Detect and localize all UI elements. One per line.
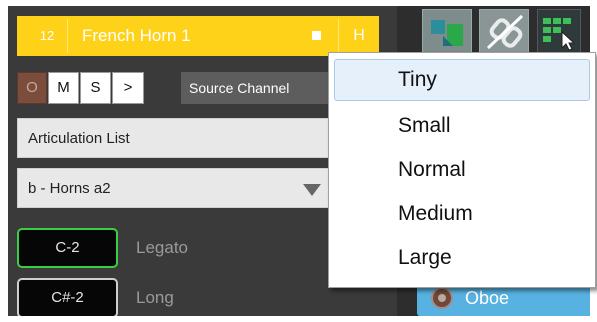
articulation-select-value: b - Horns a2 — [28, 180, 111, 197]
dropdown-arrow-icon — [303, 184, 321, 196]
h-button[interactable]: H — [339, 16, 379, 56]
arrange-button[interactable] — [422, 9, 472, 53]
articulation-key-button[interactable]: C#-2 — [17, 278, 118, 316]
forward-button[interactable]: > — [112, 72, 144, 104]
articulation-list-field[interactable]: Articulation List — [17, 118, 381, 158]
menu-item-small[interactable]: Small — [334, 105, 590, 147]
size-dropdown-menu: Tiny Small Normal Medium Large — [328, 52, 596, 288]
track-number: 12 — [39, 28, 55, 43]
grid-pointer-button[interactable] — [537, 9, 581, 53]
articulation-label: Legato — [136, 238, 188, 257]
menu-item-normal[interactable]: Normal — [334, 149, 590, 191]
articulation-key-button[interactable]: C-2 — [17, 228, 118, 268]
track-header[interactable]: 12 French Horn 1 H — [17, 16, 379, 56]
unlink-icon — [486, 14, 524, 50]
menu-item-large[interactable]: Large — [334, 237, 590, 279]
mute-button[interactable]: M — [48, 72, 79, 104]
arrange-icon — [431, 20, 463, 46]
square-icon — [312, 31, 321, 40]
menu-item-medium[interactable]: Medium — [334, 193, 590, 235]
grid-pointer-icon — [543, 18, 576, 51]
divider — [67, 19, 68, 53]
track-name: French Horn 1 — [82, 26, 191, 45]
articulation-label: Long — [136, 288, 174, 307]
solo-button[interactable]: S — [80, 72, 111, 104]
unlink-button[interactable] — [479, 9, 529, 53]
menu-item-tiny[interactable]: Tiny — [334, 59, 590, 101]
o-button[interactable]: O — [17, 72, 47, 104]
knob-icon[interactable] — [431, 287, 453, 309]
articulation-select[interactable]: b - Horns a2 — [17, 168, 381, 208]
